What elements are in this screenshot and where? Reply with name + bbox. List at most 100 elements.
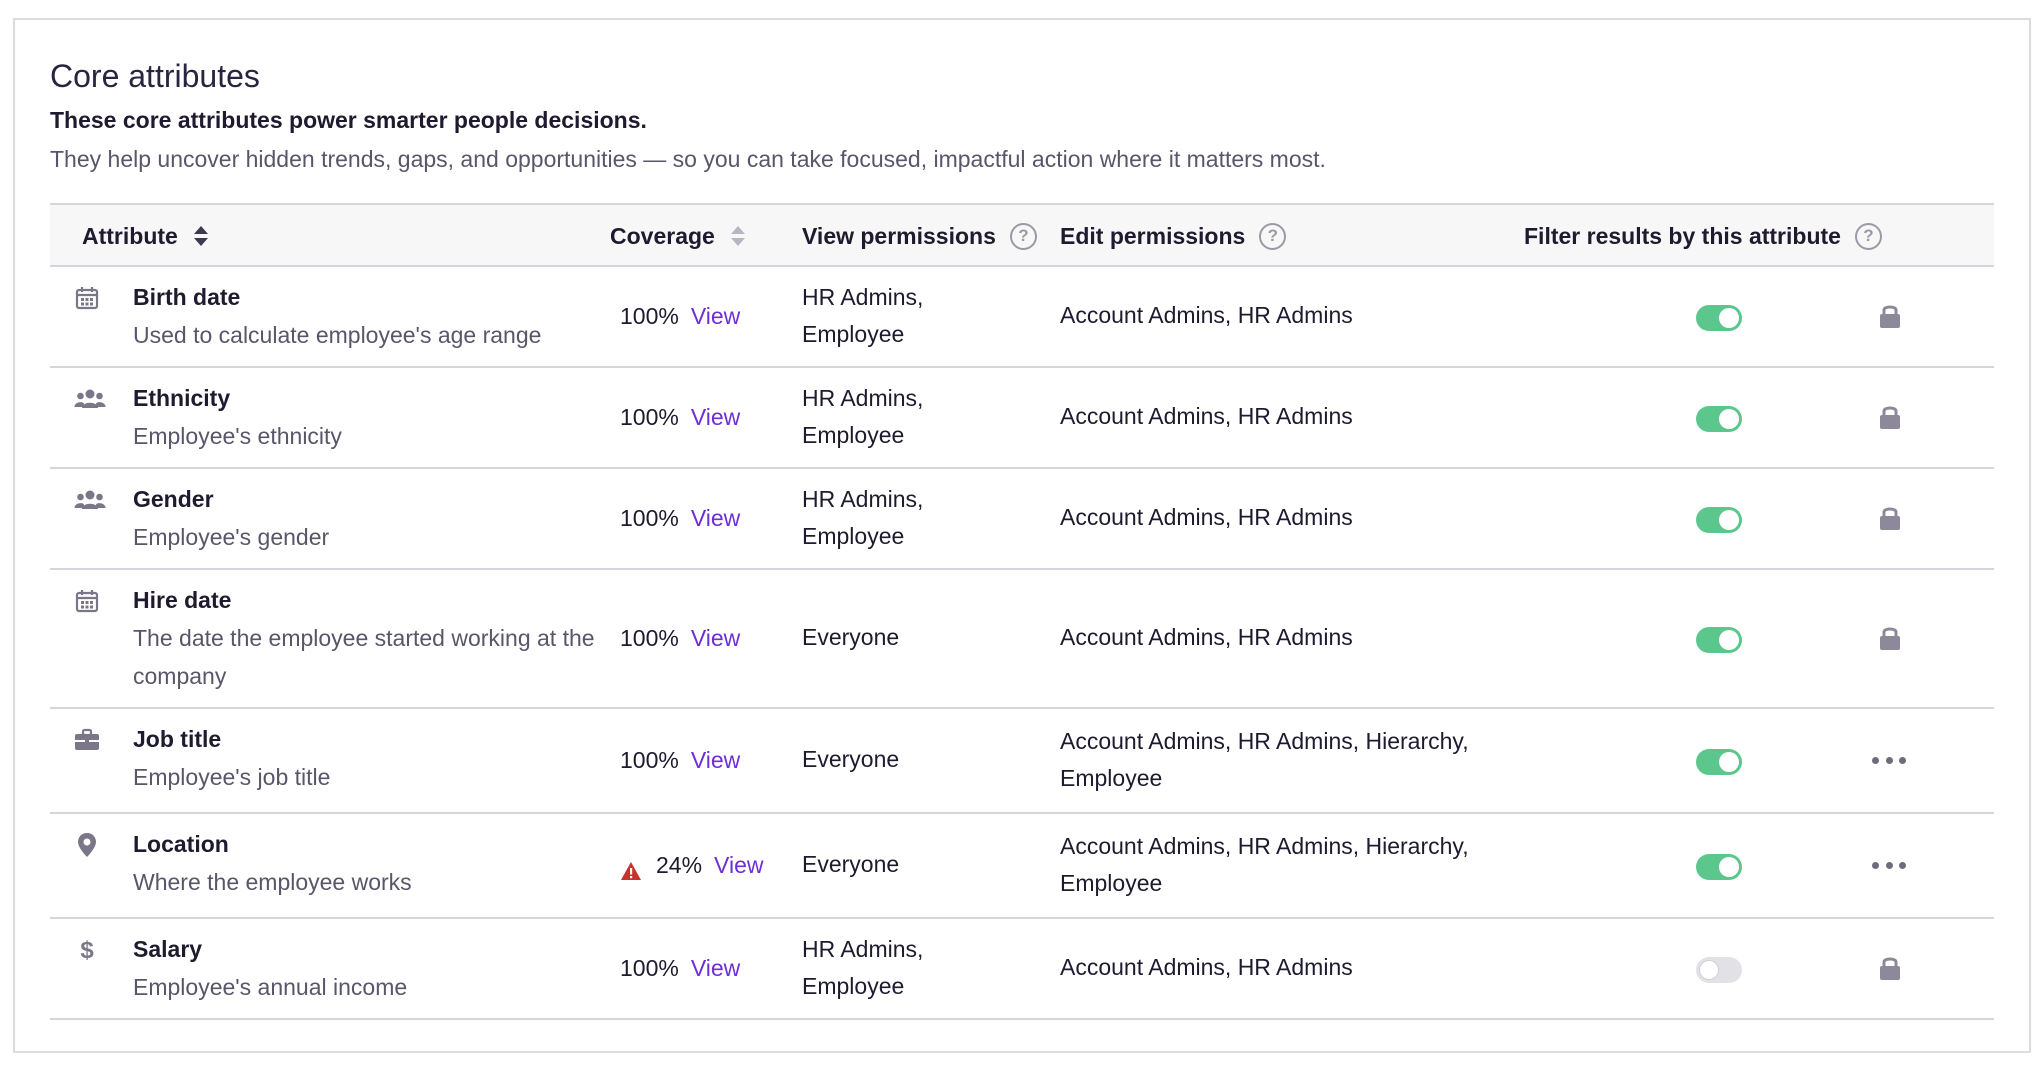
toggle-knob (1719, 629, 1739, 650)
warning-icon (620, 855, 642, 880)
view-permissions: Everyone (802, 624, 900, 650)
page-description: They help uncover hidden trends, gaps, a… (50, 146, 1326, 172)
column-header-edit-permissions: Edit permissions ? (1060, 205, 1287, 267)
calendar-icon (74, 285, 100, 311)
view-permissions: HR Admins, Employee (802, 485, 924, 549)
table-header: Attribute Coverage View permissions ? Ed… (50, 203, 1994, 267)
table-row: $ Salary Employee's annual income 100% View H… (50, 919, 1994, 1020)
column-label-coverage: Coverage (610, 222, 715, 249)
attributes-table: Attribute Coverage View permissions ? Ed… (50, 203, 1994, 1020)
lock-icon (1879, 625, 1901, 651)
coverage-cell: 100% View (620, 298, 740, 335)
view-coverage-link[interactable]: View (691, 500, 740, 537)
attribute-description: The date the employee started working at… (133, 625, 595, 689)
coverage-value: 100% (620, 302, 679, 329)
view-permissions: HR Admins, Employee (802, 935, 924, 999)
column-label-edit-permissions: Edit permissions (1060, 222, 1246, 249)
lock-icon (1879, 505, 1901, 531)
help-icon[interactable]: ? (1854, 222, 1882, 250)
edit-permissions: Account Admins, HR Admins (1060, 624, 1353, 650)
lock-icon (1879, 404, 1901, 430)
table-row: Hire date The date the employee started w… (50, 570, 1994, 709)
coverage-cell: 100% View (620, 399, 740, 436)
view-coverage-link[interactable]: View (691, 620, 740, 657)
view-coverage-link[interactable]: View (691, 399, 740, 436)
attribute-description: Used to calculate employee's age range (133, 322, 542, 348)
coverage-value: 24% (656, 851, 703, 878)
filter-toggle[interactable] (1696, 304, 1742, 331)
filter-toggle[interactable] (1696, 956, 1742, 983)
more-options-icon[interactable] (1872, 756, 1906, 766)
core-attributes-card: Core attributes These core attributes po… (13, 18, 2031, 1053)
page-title: Core attributes (50, 58, 260, 94)
attribute-name: Gender (133, 486, 214, 512)
table-row: Location Where the employee works 24% View E… (50, 814, 1994, 919)
coverage-cell: 100% View (620, 620, 740, 657)
coverage-cell: 100% View (620, 950, 740, 987)
coverage-value: 100% (620, 746, 679, 773)
table-body: Birth date Used to calculate employee's a… (50, 267, 1994, 1020)
edit-permissions: Account Admins, HR Admins, Hierarchy, Emp… (1060, 832, 1469, 896)
attribute-name: Hire date (133, 587, 232, 613)
column-label-filter: Filter results by this attribute (1524, 222, 1841, 249)
attribute-name: Salary (133, 936, 203, 962)
column-header-attribute[interactable]: Attribute (82, 205, 208, 267)
attribute-name: Job title (133, 726, 222, 752)
briefcase-icon (74, 727, 100, 753)
lock-icon (1879, 955, 1901, 981)
filter-toggle[interactable] (1696, 626, 1742, 653)
view-coverage-link[interactable]: View (691, 950, 740, 987)
toggle-knob (1719, 408, 1739, 429)
table-row: Gender Employee's gender 100% View HR Admins… (50, 469, 1994, 570)
help-icon[interactable]: ? (1259, 222, 1287, 250)
svg-text:$: $ (80, 937, 94, 963)
edit-permissions: Account Admins, HR Admins (1060, 403, 1353, 429)
column-header-coverage[interactable]: Coverage (610, 205, 745, 267)
coverage-cell: 24% View (620, 847, 763, 884)
coverage-value: 100% (620, 504, 679, 531)
more-options-icon[interactable] (1872, 861, 1906, 871)
toggle-knob (1719, 307, 1739, 328)
edit-permissions: Account Admins, HR Admins (1060, 504, 1353, 530)
view-permissions: Everyone (802, 746, 900, 772)
help-icon[interactable]: ? (1009, 222, 1037, 250)
toggle-knob (1719, 751, 1739, 772)
attribute-name: Birth date (133, 284, 241, 310)
view-permissions: HR Admins, Employee (802, 384, 924, 448)
sort-icon[interactable] (730, 225, 745, 247)
column-header-filter: Filter results by this attribute ? (1524, 205, 1882, 267)
table-row: Job title Employee's job title 100% View Eve… (50, 709, 1994, 814)
toggle-knob (1719, 856, 1739, 877)
filter-toggle[interactable] (1696, 748, 1742, 775)
location-pin-icon (74, 832, 100, 858)
calendar-icon (74, 588, 100, 614)
toggle-knob (1699, 959, 1719, 980)
attribute-name: Ethnicity (133, 385, 231, 411)
attribute-description: Where the employee works (133, 869, 412, 895)
coverage-cell: 100% View (620, 742, 740, 779)
filter-toggle[interactable] (1696, 405, 1742, 432)
coverage-cell: 100% View (620, 500, 740, 537)
attribute-description: Employee's annual income (133, 974, 408, 1000)
column-label-view-permissions: View permissions (802, 222, 996, 249)
filter-toggle[interactable] (1696, 853, 1742, 880)
column-header-view-permissions: View permissions ? (802, 205, 1037, 267)
page-subtitle: These core attributes power smarter peop… (50, 107, 647, 133)
edit-permissions: Account Admins, HR Admins (1060, 302, 1353, 328)
edit-permissions: Account Admins, HR Admins, Hierarchy, Emp… (1060, 727, 1469, 791)
attribute-name: Location (133, 831, 229, 857)
filter-toggle[interactable] (1696, 506, 1742, 533)
view-coverage-link[interactable]: View (714, 847, 763, 884)
view-coverage-link[interactable]: View (691, 298, 740, 335)
column-label-attribute: Attribute (82, 222, 178, 249)
sort-icon[interactable] (193, 225, 208, 247)
view-coverage-link[interactable]: View (691, 742, 740, 779)
people-icon (74, 487, 106, 513)
edit-permissions: Account Admins, HR Admins (1060, 954, 1353, 980)
attribute-description: Employee's gender (133, 524, 330, 550)
attribute-description: Employee's ethnicity (133, 423, 342, 449)
coverage-value: 100% (620, 954, 679, 981)
table-row: Ethnicity Employee's ethnicity 100% View HR … (50, 368, 1994, 469)
view-permissions: HR Admins, Employee (802, 283, 924, 347)
lock-icon (1879, 303, 1901, 329)
